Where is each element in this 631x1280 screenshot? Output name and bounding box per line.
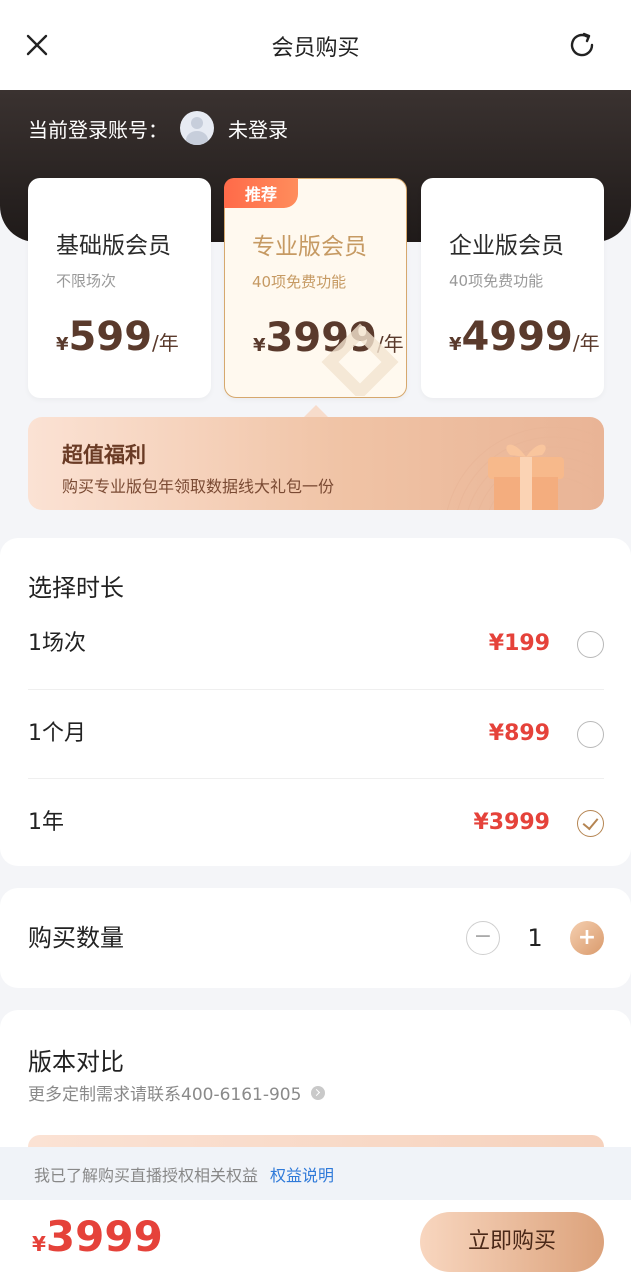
- option-label: 1个月: [28, 721, 86, 746]
- contact-link[interactable]: 更多定制需求请联系400-6161-905: [28, 1080, 326, 1105]
- benefit-title: 超值福利: [62, 443, 146, 467]
- total-price: ¥ 3999: [32, 1212, 163, 1261]
- agreement-text: 我已了解购买直播授权相关权益: [34, 1165, 259, 1185]
- duration-option-2[interactable]: 1个月 ¥899: [28, 689, 604, 777]
- refresh-icon[interactable]: [565, 28, 599, 62]
- rights-link[interactable]: 权益说明: [270, 1162, 334, 1186]
- option-label: 1年: [28, 810, 64, 835]
- benefit-banner[interactable]: 超值福利 购买专业版包年领取数据线大礼包一份: [28, 417, 604, 510]
- section-title: 版本对比: [28, 1048, 124, 1076]
- top-bar: 会员购买: [0, 0, 631, 90]
- radio-button[interactable]: [577, 631, 604, 658]
- plan-subtitle: 40项免费功能: [252, 273, 347, 291]
- quantity-section: 购买数量 − 1 +: [0, 888, 631, 988]
- plan-name: 企业版会员: [449, 233, 564, 259]
- option-price: ¥899: [488, 721, 550, 746]
- avatar[interactable]: [180, 111, 214, 145]
- plan-card-basic[interactable]: 基础版会员 不限场次 ¥ 599 /年: [28, 178, 211, 398]
- selection-pointer: [304, 405, 328, 417]
- currency-symbol: ¥: [449, 334, 462, 355]
- increment-button[interactable]: +: [570, 921, 604, 955]
- account-info: 当前登录账号： 未登录: [28, 108, 288, 148]
- crown-watermark-icon: [321, 323, 399, 396]
- buy-now-button[interactable]: 立即购买: [420, 1212, 604, 1272]
- benefit-subtitle: 购买专业版包年领取数据线大礼包一份: [62, 477, 335, 496]
- currency-symbol: ¥: [253, 335, 266, 356]
- plan-price: ¥ 4999 /年: [449, 314, 600, 360]
- plan-name: 专业版会员: [252, 234, 367, 260]
- plan-subtitle: 40项免费功能: [449, 272, 544, 290]
- plan-card-enterprise[interactable]: 企业版会员 40项免费功能 ¥ 4999 /年: [421, 178, 604, 398]
- checkout-bar: ¥ 3999 立即购买: [0, 1200, 631, 1280]
- radio-button[interactable]: [577, 721, 604, 748]
- duration-option-1[interactable]: 1场次 ¥199: [28, 600, 604, 688]
- option-price: ¥199: [488, 631, 550, 656]
- account-label: 当前登录账号：: [28, 117, 168, 142]
- duration-option-3[interactable]: 1年 ¥3999: [28, 778, 604, 866]
- price-value: 4999: [461, 314, 573, 360]
- contact-text: 更多定制需求请联系400-6161-905: [28, 1085, 302, 1105]
- option-price: ¥3999: [473, 810, 550, 835]
- option-label: 1场次: [28, 631, 86, 656]
- price-unit: /年: [572, 331, 600, 355]
- price-value: 599: [68, 314, 153, 360]
- plan-subtitle: 不限场次: [56, 272, 117, 290]
- currency-symbol: ¥: [56, 334, 69, 355]
- page-title: 会员购买: [271, 36, 360, 61]
- currency-symbol: ¥: [32, 1232, 46, 1256]
- quantity-value[interactable]: 1: [518, 888, 552, 988]
- quantity-label: 购买数量: [28, 924, 124, 952]
- plan-price: ¥ 599 /年: [56, 314, 179, 360]
- gift-box-icon: [488, 444, 564, 510]
- chevron-right-icon: [311, 1085, 326, 1100]
- agreement-bar: 我已了解购买直播授权相关权益 权益说明: [0, 1147, 631, 1200]
- section-title: 选择时长: [28, 574, 124, 602]
- login-status[interactable]: 未登录: [228, 114, 288, 143]
- price-unit: /年: [152, 331, 179, 355]
- decrement-button[interactable]: −: [466, 921, 500, 955]
- radio-button-checked[interactable]: [577, 810, 604, 837]
- total-value: 3999: [45, 1212, 163, 1261]
- plan-name: 基础版会员: [56, 233, 171, 259]
- recommended-badge: 推荐: [224, 178, 298, 208]
